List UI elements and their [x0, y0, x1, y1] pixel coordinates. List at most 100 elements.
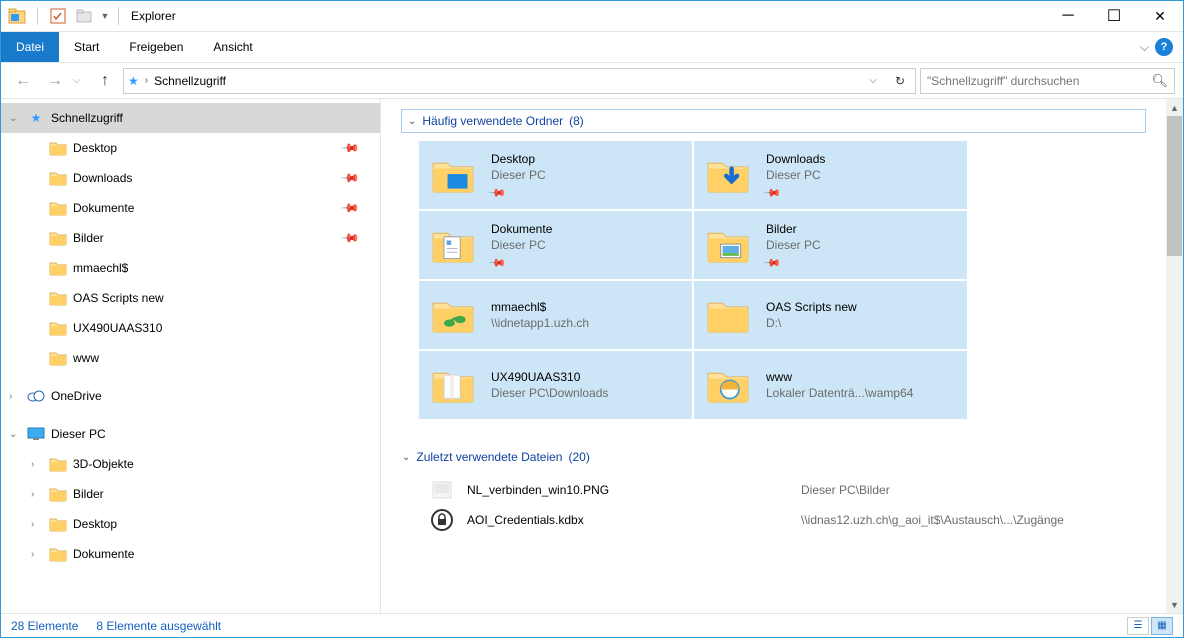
- maximize-button[interactable]: ☐: [1091, 1, 1137, 31]
- tile-location: Dieser PC: [766, 238, 821, 252]
- pin-icon: 📌: [340, 168, 360, 188]
- sidebar-item[interactable]: Downloads📌: [1, 163, 380, 193]
- tile-name: mmaechl$: [491, 300, 589, 314]
- file-name: NL_verbinden_win10.PNG: [467, 483, 787, 497]
- folder-icon: [49, 289, 67, 307]
- pin-icon: 📌: [340, 138, 360, 158]
- help-button[interactable]: ?: [1155, 38, 1173, 56]
- quick-access-toolbar: ▼: [1, 4, 112, 28]
- chevron-right-icon: ›: [145, 75, 148, 86]
- folder-tile[interactable]: DesktopDieser PC📌: [419, 141, 692, 209]
- pin-icon: 📌: [763, 183, 781, 201]
- refresh-button[interactable]: ↻: [889, 74, 911, 88]
- content-pane[interactable]: ⌄ Häufig verwendete Ordner (8) DesktopDi…: [381, 99, 1166, 613]
- tree-quickaccess[interactable]: ⌄ ★ Schnellzugriff: [1, 103, 380, 133]
- pc-icon: [27, 425, 45, 443]
- folder-icon: [49, 199, 67, 217]
- folder-icon: [429, 361, 477, 409]
- sidebar-item[interactable]: UX490UAAS310: [1, 313, 380, 343]
- close-button[interactable]: ✕: [1137, 1, 1183, 31]
- view-tiles-button[interactable]: ▦: [1151, 617, 1173, 635]
- qat-properties-icon[interactable]: [46, 4, 70, 28]
- folder-tile[interactable]: DownloadsDieser PC📌: [694, 141, 967, 209]
- expand-icon[interactable]: ›: [31, 459, 34, 470]
- file-row[interactable]: AOI_Credentials.kdbx\\idnas12.uzh.ch\g_a…: [431, 505, 1146, 535]
- minimize-button[interactable]: ─: [1045, 1, 1091, 31]
- history-dropdown-icon[interactable]: ⌵: [73, 75, 87, 86]
- file-icon: [431, 509, 453, 531]
- folder-icon: [49, 259, 67, 277]
- tree-thispc[interactable]: ⌄ Dieser PC: [1, 419, 380, 449]
- tile-location: Dieser PC: [766, 168, 825, 182]
- folder-tile[interactable]: wwwLokaler Datenträ...\wamp64: [694, 351, 967, 419]
- tab-share[interactable]: Freigeben: [114, 32, 198, 62]
- sidebar-item[interactable]: OAS Scripts new: [1, 283, 380, 313]
- address-bar[interactable]: ★ › Schnellzugriff ⌵ ↻: [123, 68, 916, 94]
- ribbon-expand-icon[interactable]: ⌵: [1140, 40, 1149, 55]
- search-input[interactable]: [927, 74, 1151, 88]
- expand-icon[interactable]: ⌄: [9, 429, 17, 440]
- scroll-up-icon[interactable]: ▲: [1166, 99, 1183, 116]
- sidebar-item[interactable]: ›Desktop: [1, 509, 380, 539]
- tile-name: OAS Scripts new: [766, 300, 857, 314]
- status-item-count: 28 Elemente: [11, 619, 78, 633]
- status-selected-count: 8 Elemente ausgewählt: [96, 619, 221, 633]
- sidebar-item[interactable]: Bilder📌: [1, 223, 380, 253]
- sidebar-item[interactable]: Dokumente📌: [1, 193, 380, 223]
- address-dropdown-icon[interactable]: ⌵: [863, 75, 883, 86]
- folder-icon: [49, 455, 67, 473]
- tile-location: Dieser PC: [491, 238, 552, 252]
- group-files-header[interactable]: ⌄ Zuletzt verwendete Dateien (20): [401, 445, 1146, 469]
- tile-location: Lokaler Datenträ...\wamp64: [766, 386, 913, 400]
- file-tab[interactable]: Datei: [1, 32, 59, 62]
- search-box[interactable]: 🔍︎: [920, 68, 1175, 94]
- expand-icon[interactable]: ›: [31, 489, 34, 500]
- file-name: AOI_Credentials.kdbx: [467, 513, 787, 527]
- folder-tile[interactable]: UX490UAAS310Dieser PC\Downloads: [419, 351, 692, 419]
- file-location: Dieser PC\Bilder: [801, 483, 890, 497]
- group-folders-header[interactable]: ⌄ Häufig verwendete Ordner (8): [401, 109, 1146, 133]
- folder-icon: [49, 515, 67, 533]
- sidebar-item[interactable]: www: [1, 343, 380, 373]
- folder-tile[interactable]: OAS Scripts newD:\: [694, 281, 967, 349]
- sidebar-item[interactable]: mmaechl$: [1, 253, 380, 283]
- expand-icon[interactable]: ›: [31, 549, 34, 560]
- folder-icon: [49, 349, 67, 367]
- search-icon[interactable]: 🔍︎: [1151, 73, 1168, 89]
- folder-tile[interactable]: mmaechl$\\idnetapp1.uzh.ch: [419, 281, 692, 349]
- navigation-tree[interactable]: ⌄ ★ Schnellzugriff Desktop📌Downloads📌Dok…: [1, 99, 381, 613]
- sidebar-item[interactable]: Desktop📌: [1, 133, 380, 163]
- folder-icon: [429, 151, 477, 199]
- folder-icon: [704, 361, 752, 409]
- qat-newfolder-icon[interactable]: [72, 4, 96, 28]
- sidebar-item[interactable]: ›Bilder: [1, 479, 380, 509]
- ribbon-tabs: Datei Start Freigeben Ansicht ⌵ ?: [1, 32, 1183, 63]
- tree-onedrive[interactable]: › OneDrive: [1, 381, 380, 411]
- expand-icon[interactable]: ⌄: [9, 113, 17, 124]
- folder-icon: [704, 151, 752, 199]
- tab-start[interactable]: Start: [59, 32, 114, 62]
- navigation-bar: ← → ⌵ ↑ ★ › Schnellzugriff ⌵ ↻ 🔍︎: [1, 63, 1183, 99]
- forward-button[interactable]: →: [41, 67, 69, 95]
- tab-view[interactable]: Ansicht: [198, 32, 267, 62]
- pin-icon: 📌: [763, 253, 781, 271]
- file-row[interactable]: NL_verbinden_win10.PNG Dieser PC\Bilder: [431, 475, 1146, 505]
- tile-name: UX490UAAS310: [491, 370, 608, 384]
- qat-dropdown-icon[interactable]: ▼: [98, 4, 112, 28]
- folder-tile[interactable]: BilderDieser PC📌: [694, 211, 967, 279]
- scroll-thumb[interactable]: [1167, 116, 1182, 256]
- view-details-button[interactable]: ☰: [1127, 617, 1149, 635]
- back-button[interactable]: ←: [9, 67, 37, 95]
- explorer-icon[interactable]: [5, 4, 29, 28]
- pin-icon: 📌: [340, 198, 360, 218]
- window-controls: ─ ☐ ✕: [1045, 1, 1183, 31]
- sidebar-item[interactable]: ›3D-Objekte: [1, 449, 380, 479]
- scroll-down-icon[interactable]: ▼: [1166, 596, 1183, 613]
- sidebar-item[interactable]: ›Dokumente: [1, 539, 380, 569]
- up-button[interactable]: ↑: [91, 67, 119, 95]
- expand-icon[interactable]: ›: [31, 519, 34, 530]
- folder-icon: [49, 319, 67, 337]
- folder-tile[interactable]: DokumenteDieser PC📌: [419, 211, 692, 279]
- vertical-scrollbar[interactable]: ▲ ▼: [1166, 99, 1183, 613]
- expand-icon[interactable]: ›: [9, 391, 12, 402]
